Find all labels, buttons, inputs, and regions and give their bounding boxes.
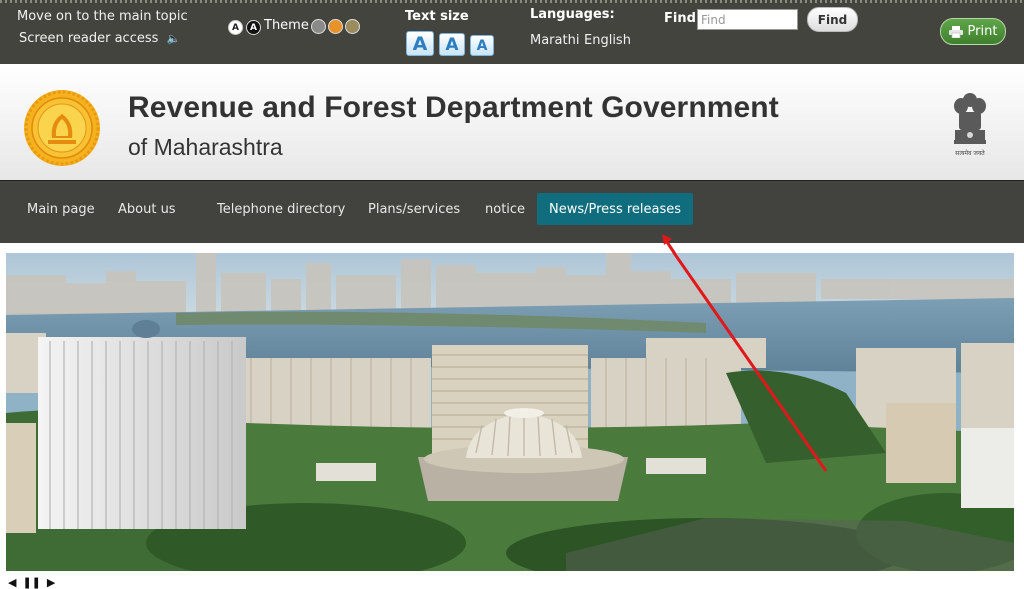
utility-bar: Move on to the main topic Screen reader … xyxy=(0,0,1024,64)
text-size-normal-button[interactable]: A xyxy=(439,33,465,56)
theme-olive-swatch[interactable] xyxy=(345,19,360,34)
print-label: Print xyxy=(967,24,998,39)
emblem-motto: सत्यमेव जयते xyxy=(955,149,985,157)
language-marathi-link[interactable]: Marathi xyxy=(530,33,579,48)
nav-item-notice[interactable]: notice xyxy=(485,201,525,233)
hero-banner-image xyxy=(6,253,1014,571)
find-label: Find xyxy=(664,11,696,26)
maharashtra-seal-logo[interactable] xyxy=(23,89,101,167)
annotation-arrow-head xyxy=(662,234,677,255)
skip-to-main-link[interactable]: Move on to the main topic xyxy=(17,9,188,24)
search-input[interactable] xyxy=(697,9,798,30)
nav-item-news-press-releases[interactable]: News/Press releases xyxy=(537,193,694,225)
national-emblem-logo: सत्यमेव जयते xyxy=(954,93,986,157)
speaker-icon: 🔈 xyxy=(166,32,181,45)
slider-controls: ◀ ❚❚ ▶ xyxy=(8,576,55,589)
text-size-increase-button[interactable]: A xyxy=(406,31,434,56)
theme-gray-swatch[interactable] xyxy=(311,19,326,34)
text-size-controls: A A A xyxy=(406,31,494,56)
site-header: Revenue and Forest Department Government… xyxy=(0,64,1024,180)
nav-item-about-us[interactable]: About us xyxy=(118,201,176,233)
print-button[interactable]: Print xyxy=(940,18,1006,45)
language-english-link[interactable]: English xyxy=(584,33,631,48)
slider-prev-icon[interactable]: ◀ xyxy=(8,576,16,589)
nav-item-telephone-directory[interactable]: Telephone directory xyxy=(217,201,345,233)
contrast-light-button[interactable]: A xyxy=(228,20,243,35)
text-size-decrease-button[interactable]: A xyxy=(470,35,494,56)
find-button[interactable]: Find xyxy=(807,7,858,32)
nav-item-plans-services[interactable]: Plans/services xyxy=(368,201,460,233)
nav-item-main-page[interactable]: Main page xyxy=(27,201,95,233)
slider-next-icon[interactable]: ▶ xyxy=(47,576,55,589)
city-panorama-illustration xyxy=(6,253,1014,571)
languages-label: Languages: xyxy=(530,7,615,22)
top-dotted-border xyxy=(0,0,1024,3)
slider-pause-icon[interactable]: ❚❚ xyxy=(22,576,40,589)
site-title: Revenue and Forest Department Government xyxy=(128,91,779,124)
theme-swatches xyxy=(311,19,360,34)
contrast-controls: A A xyxy=(228,20,261,35)
theme-label: Theme xyxy=(264,18,309,33)
text-size-label: Text size xyxy=(405,9,469,24)
main-nav: Main page About us Telephone directory P… xyxy=(0,180,1024,243)
contrast-dark-button[interactable]: A xyxy=(246,20,261,35)
screen-reader-label: Screen reader access xyxy=(19,31,159,46)
theme-orange-swatch[interactable] xyxy=(328,19,343,34)
printer-icon xyxy=(948,25,963,38)
site-subtitle: of Maharashtra xyxy=(128,134,283,160)
screen-reader-access-link[interactable]: Screen reader access 🔈 xyxy=(19,31,180,46)
